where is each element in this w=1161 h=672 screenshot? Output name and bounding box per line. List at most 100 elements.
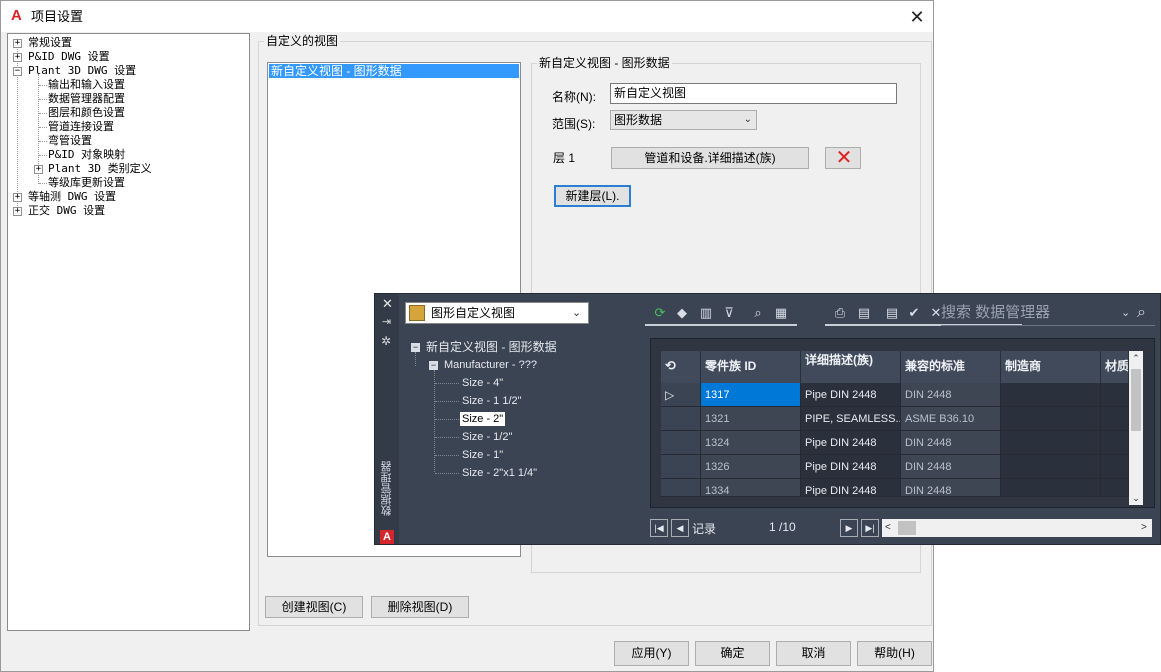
- scroll-thumb[interactable]: [898, 521, 916, 535]
- export-icon[interactable]: ▤: [855, 304, 873, 322]
- table-cell[interactable]: [1001, 431, 1101, 455]
- table-cell[interactable]: Pipe DIN 2448: [801, 455, 901, 479]
- properties-icon[interactable]: ✲: [381, 334, 391, 348]
- row-selector[interactable]: [661, 431, 701, 455]
- help-button[interactable]: 帮助(H): [857, 641, 932, 666]
- layer-property-button[interactable]: 管道和设备.详细描述(族): [611, 147, 809, 169]
- print-icon[interactable]: ⎙: [831, 304, 849, 322]
- create-view-button[interactable]: 创建视图(C): [265, 596, 363, 618]
- tree-item-class-definitions[interactable]: Plant 3D 类别定义: [48, 162, 152, 176]
- tree-item-spec-update[interactable]: 等级库更新设置: [48, 176, 125, 190]
- collapse-icon[interactable]: −: [411, 343, 420, 352]
- tree-item-plant3d-dwg[interactable]: Plant 3D DWG 设置: [28, 64, 136, 78]
- tree-item-ortho-dwg[interactable]: 正交 DWG 设置: [28, 204, 105, 218]
- table-cell[interactable]: 1321: [701, 407, 801, 431]
- expand-icon[interactable]: +: [13, 193, 22, 202]
- row-selector[interactable]: [661, 407, 701, 431]
- table-cell[interactable]: 1334: [701, 479, 801, 497]
- scroll-thumb[interactable]: [1131, 369, 1141, 431]
- tree-node-manufacturer[interactable]: Manufacturer - ???: [444, 358, 537, 372]
- collapse-icon[interactable]: −: [13, 67, 22, 76]
- table-cell[interactable]: Pipe DIN 2448: [801, 479, 901, 497]
- tree-node-size-selected[interactable]: Size - 2": [460, 412, 506, 426]
- first-record-icon[interactable]: |◀: [650, 519, 668, 537]
- grid-select-icon[interactable]: ▦: [772, 304, 790, 322]
- scroll-up-icon[interactable]: ⌃: [1130, 352, 1142, 364]
- column-header[interactable]: 材质: [1101, 351, 1129, 383]
- tree-item-data-manager-config[interactable]: 数据管理器配置: [48, 92, 125, 106]
- column-header[interactable]: 兼容的标准: [901, 351, 1001, 383]
- table-cell[interactable]: 1324: [701, 431, 801, 455]
- table-cell[interactable]: [1001, 455, 1101, 479]
- list-item[interactable]: 新自定义视图 - 图形数据: [269, 64, 519, 78]
- close-button[interactable]: ✕: [907, 7, 927, 27]
- table-cell[interactable]: DIN 2448: [901, 431, 1001, 455]
- last-record-icon[interactable]: ▶|: [861, 519, 879, 537]
- cancel-button[interactable]: 取消: [776, 641, 851, 666]
- table-cell[interactable]: Pipe DIN 2448: [801, 431, 901, 455]
- auto-hide-icon[interactable]: ⇥: [382, 315, 391, 328]
- table-cell[interactable]: [1101, 383, 1129, 407]
- prev-record-icon[interactable]: ◀: [671, 519, 689, 537]
- table-cell[interactable]: [1001, 383, 1101, 407]
- tree-node-size[interactable]: Size - 2"x1 1/4": [462, 466, 537, 480]
- tree-item-pipe-connection[interactable]: 管道连接设置: [48, 120, 114, 134]
- table-cell[interactable]: 1317: [701, 383, 801, 407]
- row-selector[interactable]: [661, 479, 701, 497]
- expand-icon[interactable]: +: [34, 165, 43, 174]
- cubes-icon[interactable]: ◆: [673, 304, 691, 322]
- table-cell[interactable]: [1101, 431, 1129, 455]
- expand-icon[interactable]: +: [13, 39, 22, 48]
- tree-item-iso-dwg[interactable]: 等轴测 DWG 设置: [28, 190, 116, 204]
- scope-select[interactable]: 图形数据 ⌄: [610, 110, 757, 130]
- row-selector-header-icon[interactable]: ⟲: [661, 351, 701, 383]
- column-header[interactable]: 制造商: [1001, 351, 1101, 383]
- delete-view-button[interactable]: 删除视图(D): [371, 596, 469, 618]
- zoom-icon[interactable]: ⌕: [749, 304, 767, 322]
- delete-layer-button[interactable]: ✕: [825, 147, 861, 169]
- tree-node-size[interactable]: Size - 1/2": [462, 430, 512, 444]
- new-layer-button[interactable]: 新建层(L).: [554, 185, 631, 207]
- tree-node-size[interactable]: Size - 4": [462, 376, 503, 390]
- tree-item-pid-dwg[interactable]: P&ID DWG 设置: [28, 50, 110, 64]
- table-cell[interactable]: DIN 2448: [901, 383, 1001, 407]
- tree-item-io-settings[interactable]: 输出和输入设置: [48, 78, 125, 92]
- table-cell[interactable]: 1326: [701, 455, 801, 479]
- import-icon[interactable]: ▤: [883, 304, 901, 322]
- tree-item-general[interactable]: 常规设置: [28, 36, 72, 50]
- columns-icon[interactable]: ▥: [697, 304, 715, 322]
- table-cell[interactable]: PIPE, SEAMLESS...: [801, 407, 901, 431]
- search-input[interactable]: 搜索 数据管理器 ⌄ ⌕: [941, 302, 1155, 326]
- tree-node-size[interactable]: Size - 1": [462, 448, 503, 462]
- expand-icon[interactable]: +: [13, 53, 22, 62]
- search-icon[interactable]: ⌕: [1137, 302, 1146, 324]
- current-row-icon[interactable]: ▷: [661, 383, 701, 407]
- close-icon[interactable]: ✕: [382, 297, 393, 311]
- scroll-left-icon[interactable]: <: [885, 519, 891, 537]
- table-cell[interactable]: ASME B36.10: [901, 407, 1001, 431]
- table-cell[interactable]: [1001, 407, 1101, 431]
- table-cell[interactable]: [1101, 407, 1129, 431]
- next-record-icon[interactable]: ▶: [840, 519, 858, 537]
- tree-item-layer-color[interactable]: 图层和颜色设置: [48, 106, 125, 120]
- collapse-icon[interactable]: −: [429, 361, 438, 370]
- filter-clear-icon[interactable]: ⊽: [720, 304, 738, 322]
- expand-icon[interactable]: +: [13, 207, 22, 216]
- tree-item-pid-object-mapping[interactable]: P&ID 对象映射: [48, 148, 125, 162]
- row-selector[interactable]: [661, 455, 701, 479]
- scroll-right-icon[interactable]: >: [1141, 519, 1147, 537]
- table-cell[interactable]: [1101, 455, 1129, 479]
- data-grid[interactable]: ⟲ 零件族 ID 详细描述(族) 兼容的标准 制造商 材质 ▷ 1317 Pip…: [650, 338, 1155, 508]
- tree-node-root[interactable]: 新自定义视图 - 图形数据: [426, 340, 557, 354]
- table-cell[interactable]: [1101, 479, 1129, 497]
- vertical-scrollbar[interactable]: ⌃ ⌄: [1129, 351, 1143, 505]
- table-cell[interactable]: Pipe DIN 2448: [801, 383, 901, 407]
- settings-tree[interactable]: + 常规设置 + P&ID DWG 设置 − Plant 3D DWG 设置 输…: [7, 33, 250, 631]
- column-header[interactable]: 零件族 ID: [701, 351, 801, 383]
- name-field[interactable]: 新自定义视图: [610, 83, 897, 104]
- accept-icon[interactable]: ✔: [905, 304, 923, 322]
- view-select[interactable]: 图形自定义视图 ⌄: [405, 302, 589, 324]
- apply-button[interactable]: 应用(Y): [614, 641, 689, 666]
- horizontal-scrollbar[interactable]: < >: [882, 519, 1152, 537]
- table-cell[interactable]: DIN 2448: [901, 455, 1001, 479]
